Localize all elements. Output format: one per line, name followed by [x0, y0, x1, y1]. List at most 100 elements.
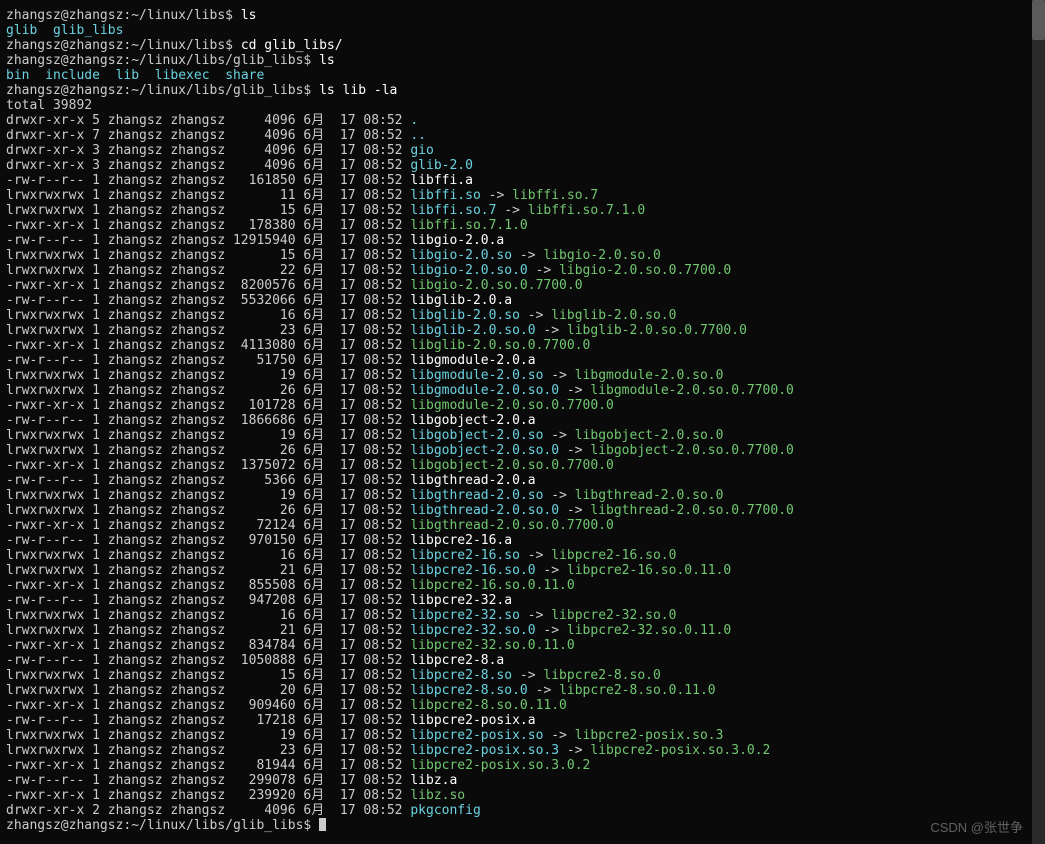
dir-name: include — [45, 68, 100, 83]
symlink-target: libffi.so.7.1.0 — [528, 203, 645, 218]
symlink-arrow: -> — [496, 203, 527, 218]
file-meta: -rwxr-xr-x 1 zhangsz zhangsz 72124 6月 17… — [6, 518, 410, 533]
file-meta: lrwxrwxrwx 1 zhangsz zhangsz 26 6月 17 08… — [6, 443, 410, 458]
file-meta: -rw-r--r-- 1 zhangsz zhangsz 12915940 6月… — [6, 233, 410, 248]
symlink-arrow: -> — [536, 623, 567, 638]
symlink-target: libpcre2-32.so.0.11.0 — [567, 623, 731, 638]
symlink-arrow: -> — [559, 443, 590, 458]
symlink-arrow: -> — [520, 548, 551, 563]
symlink-arrow: -> — [520, 608, 551, 623]
file-meta: -rw-r--r-- 1 zhangsz zhangsz 299078 6月 1… — [6, 773, 410, 788]
symlink-target: libpcre2-32.so.0 — [551, 608, 676, 623]
file-meta: -rw-r--r-- 1 zhangsz zhangsz 970150 6月 1… — [6, 533, 410, 548]
file-meta: -rw-r--r-- 1 zhangsz zhangsz 1866686 6月 … — [6, 413, 410, 428]
file-name: libglib-2.0.so.0.7700.0 — [410, 338, 590, 353]
symlink-arrow: -> — [528, 263, 559, 278]
file-meta: lrwxrwxrwx 1 zhangsz zhangsz 19 6月 17 08… — [6, 488, 410, 503]
symlink-arrow: -> — [543, 368, 574, 383]
file-name: pkgconfig — [410, 803, 480, 818]
file-meta: -rwxr-xr-x 1 zhangsz zhangsz 101728 6月 1… — [6, 398, 410, 413]
file-name: libpcre2-8.so.0.11.0 — [410, 698, 567, 713]
symlink-target: libgobject-2.0.so.0.7700.0 — [590, 443, 794, 458]
file-meta: -rwxr-xr-x 1 zhangsz zhangsz 178380 6月 1… — [6, 218, 410, 233]
file-name: libgobject-2.0.so — [410, 428, 543, 443]
file-name: libpcre2-posix.a — [410, 713, 535, 728]
prompt: zhangsz@zhangsz:~/linux/libs/glib_libs$ — [6, 83, 319, 98]
prompt: zhangsz@zhangsz:~/linux/libs/glib_libs$ — [6, 818, 319, 833]
file-meta: lrwxrwxrwx 1 zhangsz zhangsz 22 6月 17 08… — [6, 263, 410, 278]
file-name: libgmodule-2.0.so.0 — [410, 383, 559, 398]
file-name: libgmodule-2.0.so — [410, 368, 543, 383]
file-name: .. — [410, 128, 426, 143]
file-name: libpcre2-8.so.0 — [410, 683, 527, 698]
scrollbar-thumb[interactable] — [1032, 0, 1045, 40]
terminal-output[interactable]: zhangsz@zhangsz:~/linux/libs$ ls glib gl… — [0, 0, 1045, 841]
file-name: libffi.so.7.1.0 — [410, 218, 527, 233]
symlink-arrow: -> — [543, 428, 574, 443]
file-meta: lrwxrwxrwx 1 zhangsz zhangsz 19 6月 17 08… — [6, 728, 410, 743]
file-meta: lrwxrwxrwx 1 zhangsz zhangsz 19 6月 17 08… — [6, 368, 410, 383]
command: ls — [319, 53, 335, 68]
file-name: libpcre2-8.a — [410, 653, 504, 668]
file-meta: lrwxrwxrwx 1 zhangsz zhangsz 15 6月 17 08… — [6, 248, 410, 263]
watermark-text: CSDN @张世争 — [930, 817, 1023, 836]
file-name: libpcre2-posix.so.3.0.2 — [410, 758, 590, 773]
file-meta: lrwxrwxrwx 1 zhangsz zhangsz 21 6月 17 08… — [6, 623, 410, 638]
symlink-target: libgmodule-2.0.so.0.7700.0 — [590, 383, 794, 398]
file-meta: -rw-r--r-- 1 zhangsz zhangsz 947208 6月 1… — [6, 593, 410, 608]
symlink-arrow: -> — [481, 188, 512, 203]
symlink-arrow: -> — [543, 488, 574, 503]
file-name: libpcre2-posix.so.3 — [410, 743, 559, 758]
symlink-target: libpcre2-16.so.0 — [551, 548, 676, 563]
file-meta: lrwxrwxrwx 1 zhangsz zhangsz 23 6月 17 08… — [6, 743, 410, 758]
symlink-arrow: -> — [536, 323, 567, 338]
file-name: glib-2.0 — [410, 158, 473, 173]
symlink-target: libgmodule-2.0.so.0 — [575, 368, 724, 383]
symlink-target: libgthread-2.0.so.0.7700.0 — [590, 503, 794, 518]
file-name: libglib-2.0.a — [410, 293, 512, 308]
file-meta: drwxr-xr-x 2 zhangsz zhangsz 4096 6月 17 … — [6, 803, 410, 818]
file-name: libgio-2.0.so.0.7700.0 — [410, 278, 582, 293]
scrollbar-vertical[interactable]: ▴ — [1032, 0, 1045, 844]
file-meta: lrwxrwxrwx 1 zhangsz zhangsz 19 6月 17 08… — [6, 428, 410, 443]
symlink-target: libpcre2-posix.so.3.0.2 — [590, 743, 770, 758]
symlink-target: libgthread-2.0.so.0 — [575, 488, 724, 503]
cursor-icon[interactable] — [319, 818, 326, 831]
file-name: libglib-2.0.so.0 — [410, 323, 535, 338]
file-meta: -rwxr-xr-x 1 zhangsz zhangsz 81944 6月 17… — [6, 758, 410, 773]
symlink-arrow: -> — [512, 668, 543, 683]
file-meta: -rw-r--r-- 1 zhangsz zhangsz 5532066 6月 … — [6, 293, 410, 308]
file-meta: lrwxrwxrwx 1 zhangsz zhangsz 26 6月 17 08… — [6, 383, 410, 398]
file-name: . — [410, 113, 418, 128]
file-meta: lrwxrwxrwx 1 zhangsz zhangsz 16 6月 17 08… — [6, 308, 410, 323]
command: ls — [241, 8, 257, 23]
dir-name: bin — [6, 68, 29, 83]
file-name: libpcre2-32.so — [410, 608, 520, 623]
file-name: libgio-2.0.so — [410, 248, 512, 263]
dir-name: lib — [116, 68, 139, 83]
prompt: zhangsz@zhangsz:~/linux/libs$ — [6, 38, 241, 53]
file-name: libpcre2-8.so — [410, 668, 512, 683]
file-meta: -rwxr-xr-x 1 zhangsz zhangsz 239920 6月 1… — [6, 788, 410, 803]
symlink-target: libpcre2-posix.so.3 — [575, 728, 724, 743]
file-meta: -rw-r--r-- 1 zhangsz zhangsz 5366 6月 17 … — [6, 473, 410, 488]
file-meta: -rwxr-xr-x 1 zhangsz zhangsz 909460 6月 1… — [6, 698, 410, 713]
file-name: libgthread-2.0.a — [410, 473, 535, 488]
file-name: libpcre2-32.a — [410, 593, 512, 608]
dir-name: glib_libs — [53, 23, 123, 38]
file-meta: -rwxr-xr-x 1 zhangsz zhangsz 4113080 6月 … — [6, 338, 410, 353]
dir-name: share — [225, 68, 264, 83]
symlink-arrow: -> — [559, 743, 590, 758]
symlink-target: libglib-2.0.so.0 — [551, 308, 676, 323]
file-meta: drwxr-xr-x 3 zhangsz zhangsz 4096 6月 17 … — [6, 158, 410, 173]
file-name: libpcre2-16.so.0.11.0 — [410, 578, 574, 593]
command: ls lib -la — [319, 83, 397, 98]
file-name: libpcre2-32.so.0 — [410, 623, 535, 638]
file-meta: drwxr-xr-x 3 zhangsz zhangsz 4096 6月 17 … — [6, 143, 410, 158]
file-name: gio — [410, 143, 433, 158]
file-name: libgmodule-2.0.a — [410, 353, 535, 368]
file-name: libpcre2-16.a — [410, 533, 512, 548]
file-meta: lrwxrwxrwx 1 zhangsz zhangsz 20 6月 17 08… — [6, 683, 410, 698]
symlink-arrow: -> — [512, 248, 543, 263]
symlink-target: libpcre2-16.so.0.11.0 — [567, 563, 731, 578]
